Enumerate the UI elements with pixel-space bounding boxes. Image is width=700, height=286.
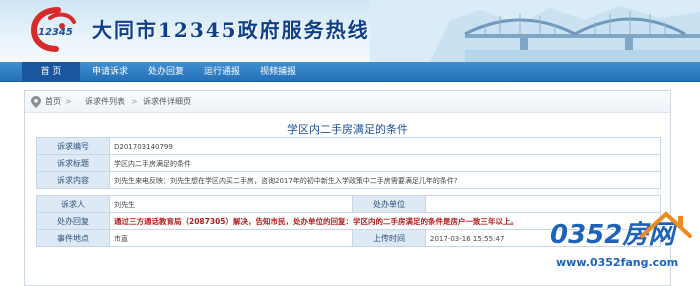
number-label: 诉求编号 — [36, 137, 110, 155]
nav-replies[interactable]: 处办回复 — [138, 62, 194, 82]
unit-label: 处办单位 — [352, 195, 426, 213]
breadcrumb-separator: > — [131, 97, 138, 106]
table-row: 诉求标题 学区内二手房满足的条件 — [36, 154, 661, 172]
breadcrumb-separator: > — [65, 97, 72, 106]
subject-label: 诉求标题 — [36, 154, 110, 172]
time-label: 上传时间 — [352, 229, 426, 247]
subject-value: 学区内二手房满足的条件 — [109, 154, 661, 172]
logo-number: 12345 — [38, 27, 73, 38]
content-value: 刘先生来电反映：刘先生想在学区内买二手房，咨询2017年的初中新生入学政策中二手… — [109, 171, 661, 189]
page-title: 学区内二手房满足的条件 — [287, 123, 408, 136]
watermark-url: www.0352fang.com — [556, 256, 679, 269]
reply-label: 处办回复 — [36, 212, 110, 230]
main-nav: 首 页 申请诉求 处办回复 运行通报 视频捕报 — [0, 62, 700, 82]
breadcrumb: 首页 > 诉求件列表 > 诉求件详细页 — [25, 91, 670, 113]
nav-bulletins[interactable]: 运行通报 — [194, 62, 250, 82]
breadcrumb-home[interactable]: 首页 — [45, 91, 61, 113]
site-watermark: 0352房网 www.0352fang.com — [536, 210, 700, 286]
house-roof-icon — [640, 211, 692, 238]
site-banner: 12345 大同市12345政府服务热线 — [0, 0, 700, 62]
person-label: 诉求人 — [36, 195, 110, 213]
table-row: 诉求内容 刘先生来电反映：刘先生想在学区内买二手房，咨询2017年的初中新生入学… — [36, 171, 661, 189]
site-title: 大同市12345政府服务热线 — [92, 18, 370, 42]
location-pin-icon — [31, 96, 41, 108]
nav-home[interactable]: 首 页 — [22, 62, 80, 82]
location-value: 市直 — [109, 229, 353, 247]
location-label: 事件地点 — [36, 229, 110, 247]
nav-submit-request[interactable]: 申请诉求 — [82, 62, 138, 82]
table-row: 诉求编号 D201703140799 — [36, 137, 661, 155]
person-value: 刘先生 — [109, 195, 353, 213]
breadcrumb-current: 诉求件详细页 — [143, 97, 191, 106]
content-label: 诉求内容 — [36, 171, 110, 189]
nav-video-reports[interactable]: 视频捕报 — [250, 62, 306, 82]
breadcrumb-list[interactable]: 诉求件列表 — [85, 91, 125, 113]
bridge-skyline-image — [370, 0, 700, 62]
number-value: D201703140799 — [109, 137, 661, 155]
